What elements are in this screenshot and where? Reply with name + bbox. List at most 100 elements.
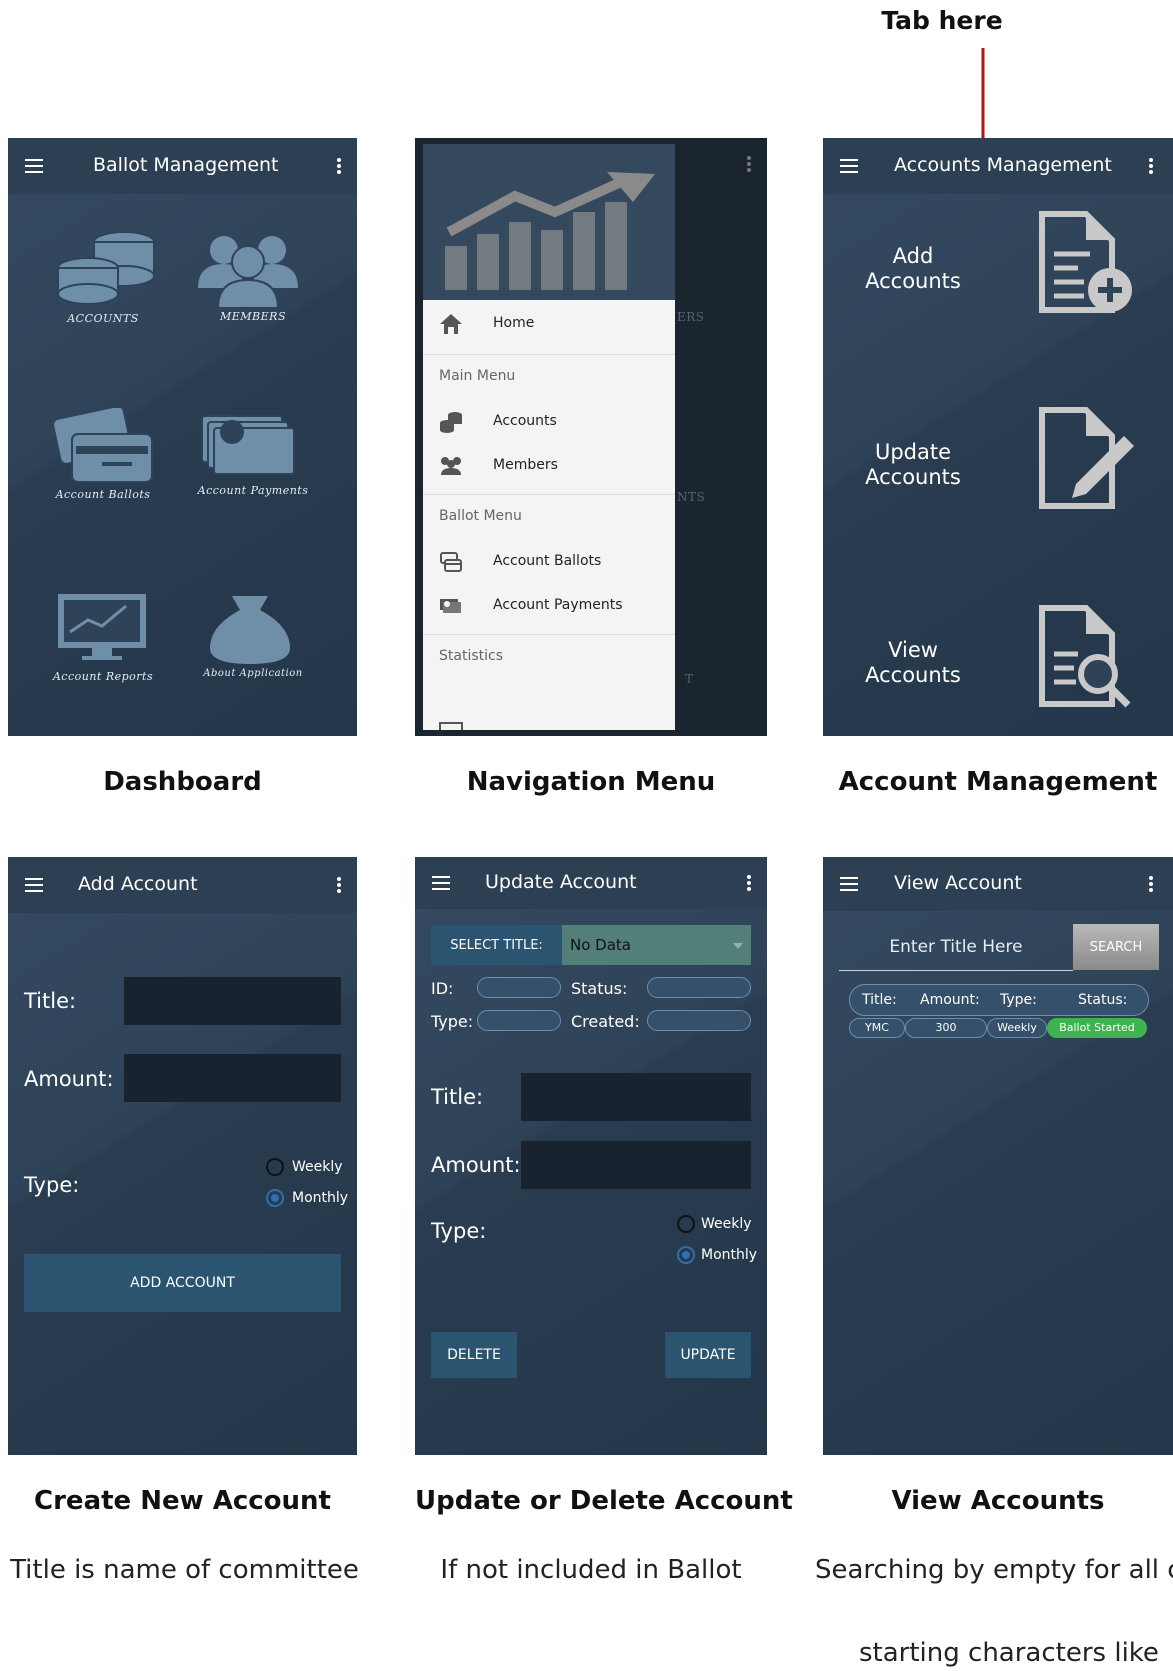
add-account-button[interactable]: ADD ACCOUNT	[24, 1254, 341, 1312]
title-select[interactable]: No Data	[562, 925, 751, 965]
tile-members[interactable]: MEMBERS	[188, 228, 328, 338]
tile-account-ballots[interactable]: Account Ballots	[38, 408, 178, 518]
delete-button[interactable]: DELETE	[431, 1332, 517, 1378]
menu-icon[interactable]	[432, 876, 450, 890]
search-button[interactable]: SEARCH	[1073, 924, 1159, 970]
navigation-drawer: Home Main Menu Accounts Members Ballot M…	[423, 144, 675, 730]
label-line: Accounts	[865, 663, 961, 687]
bg-fragment: T	[685, 672, 694, 686]
amount-input[interactable]	[124, 1054, 341, 1102]
cell-title: YMC	[849, 1018, 905, 1038]
update-button[interactable]: UPDATE	[665, 1332, 751, 1378]
app-title: Add Account	[78, 873, 198, 895]
menu-icon[interactable]	[840, 159, 858, 173]
status-value	[647, 977, 751, 998]
money-bag-icon	[210, 596, 290, 664]
button-label: Update Accounts	[853, 440, 973, 490]
caption-dashboard: Dashboard	[103, 767, 262, 797]
cell-type: Weekly	[987, 1018, 1047, 1038]
weekly-radio[interactable]	[677, 1215, 695, 1233]
add-accounts-button[interactable]: Add Accounts	[853, 210, 1153, 320]
header-status: Status:	[1078, 992, 1128, 1008]
app-bar: View Account	[823, 857, 1173, 911]
dashboard-screen: Ballot Management ACCOUNTS MEMBERS Accou…	[8, 138, 357, 736]
tile-accounts[interactable]: ACCOUNTS	[38, 228, 178, 338]
nav-item-members[interactable]: Members	[423, 444, 675, 488]
weekly-label: Weekly	[701, 1216, 752, 1232]
monitor-chart-icon	[58, 594, 146, 660]
tile-label: Account Ballots	[55, 488, 151, 501]
drawer-header	[423, 144, 675, 300]
monthly-label: Monthly	[701, 1247, 758, 1263]
section-ballot-menu: Ballot Menu	[439, 508, 522, 524]
table-row[interactable]: YMC 300 Weekly Ballot Started	[849, 1018, 1149, 1038]
caption-view-accounts: View Accounts	[891, 1486, 1105, 1516]
search-input[interactable]: Enter Title Here	[839, 927, 1073, 971]
money-icon	[440, 599, 461, 613]
type-label: Type:	[431, 1219, 487, 1243]
nav-item-home[interactable]: Home	[423, 302, 675, 346]
more-options-icon[interactable]	[337, 877, 341, 893]
label-line: Add	[892, 244, 934, 268]
caption-account-management: Account Management	[838, 767, 1158, 797]
dropdown-arrow-icon	[733, 943, 743, 949]
nav-label: Account Ballots	[493, 553, 602, 569]
monthly-radio[interactable]	[266, 1189, 284, 1207]
report-icon	[439, 722, 463, 730]
type-value	[477, 1010, 561, 1031]
subcaption-view-accounts: Searching by empty for all c	[815, 1555, 1173, 1585]
nav-label: Account Payments	[493, 597, 623, 613]
more-options-icon[interactable]	[747, 156, 751, 172]
header-title: Title:	[862, 992, 897, 1008]
add-account-screen: Add Account Title: Amount: Type: Weekly …	[8, 857, 357, 1455]
caption-navigation-menu: Navigation Menu	[466, 767, 716, 797]
select-title-label: SELECT TITLE:	[431, 925, 562, 965]
header-type: Type:	[1000, 992, 1037, 1008]
app-bar: Ballot Management	[8, 138, 357, 194]
tab-here-annotation: Tab here	[881, 6, 1003, 35]
tile-label: MEMBERS	[220, 310, 286, 323]
button-label: View Accounts	[853, 638, 973, 688]
update-accounts-button[interactable]: Update Accounts	[853, 406, 1153, 516]
label-line: Update	[874, 440, 952, 464]
bg-fragment: ERS	[677, 310, 705, 324]
more-options-icon[interactable]	[747, 875, 751, 891]
nav-item-account-ballots[interactable]: Account Ballots	[423, 540, 675, 584]
more-options-icon[interactable]	[337, 158, 341, 174]
more-options-icon[interactable]	[1149, 876, 1153, 892]
money-icon	[201, 415, 295, 475]
account-management-screen: Accounts Management Add Accounts Update Ac…	[823, 138, 1173, 736]
subcaption-create-new-account: Title is name of committee	[10, 1555, 359, 1585]
weekly-radio[interactable]	[266, 1158, 284, 1176]
nav-item-accounts[interactable]: Accounts	[423, 400, 675, 444]
menu-icon[interactable]	[840, 877, 858, 891]
app-bar: Update Account	[415, 857, 767, 909]
title-input[interactable]	[124, 977, 341, 1025]
coins-icon	[440, 412, 462, 433]
more-options-icon[interactable]	[1149, 158, 1153, 174]
cell-text: Weekly	[997, 1021, 1037, 1034]
nav-item-account-payments[interactable]: Account Payments	[423, 584, 675, 628]
cards-icon	[52, 408, 153, 483]
menu-icon[interactable]	[25, 878, 43, 892]
app-bar: Add Account	[8, 857, 357, 913]
title-input[interactable]	[521, 1073, 751, 1121]
monthly-label: Monthly	[292, 1190, 349, 1206]
cell-status: Ballot Started	[1047, 1018, 1147, 1038]
nav-label: Accounts	[493, 413, 557, 429]
navigation-screen: ERS NTS T Home Main Menu Accounts Member…	[415, 138, 767, 736]
nav-label: Home	[493, 315, 535, 331]
created-label: Created:	[571, 1012, 640, 1031]
monthly-radio[interactable]	[677, 1246, 695, 1264]
tile-account-reports[interactable]: Account Reports	[38, 592, 178, 702]
amount-input[interactable]	[521, 1141, 751, 1189]
tile-account-payments[interactable]: Account Payments	[188, 408, 328, 518]
growth-chart-icon	[445, 172, 655, 290]
edit-document-icon	[1039, 407, 1134, 509]
title-label: Title:	[431, 1085, 484, 1109]
weekly-label: Weekly	[292, 1159, 343, 1175]
view-accounts-button[interactable]: View Accounts	[853, 604, 1153, 714]
tile-about-application[interactable]: About Application	[188, 592, 328, 702]
menu-icon[interactable]	[25, 159, 43, 173]
divider	[423, 634, 675, 635]
